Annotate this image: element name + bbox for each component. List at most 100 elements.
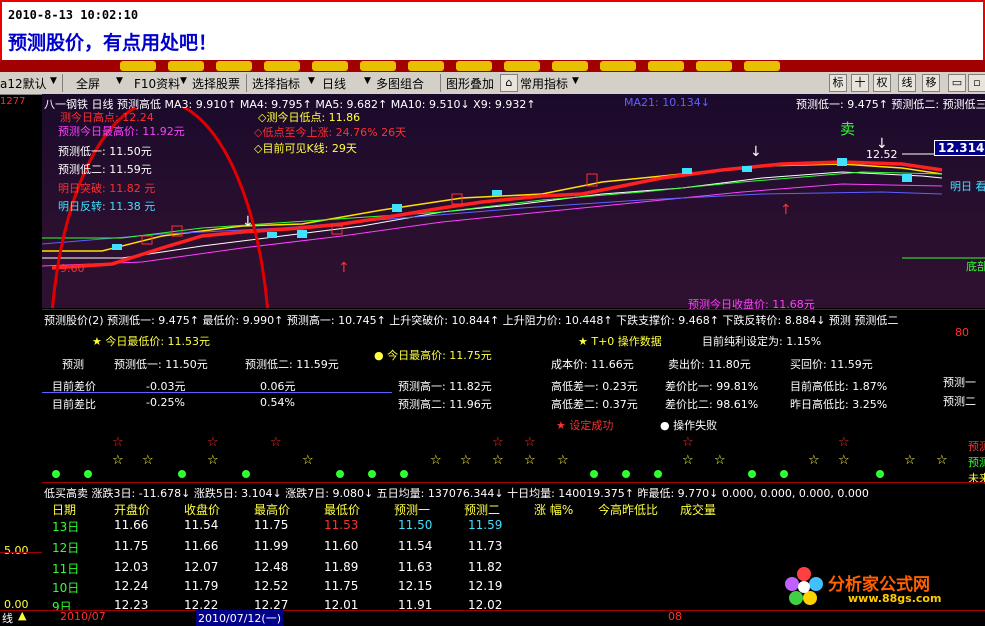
table-cell: 11.75: [254, 518, 289, 532]
menu-item[interactable]: [312, 61, 348, 71]
legend-breakout: 明日突破: 11.82 元: [58, 182, 156, 195]
dot-icon: [336, 470, 344, 478]
price-marker: 12.52: [866, 148, 898, 161]
star-icon: ☆: [682, 435, 694, 450]
table-cell: 11.73: [468, 539, 503, 553]
divider: [42, 482, 985, 483]
toolbar-daily[interactable]: 日线: [322, 75, 346, 92]
close-icon[interactable]: ▫: [968, 74, 985, 92]
watermark-url: www.88gs.com: [848, 592, 942, 605]
bottom-bar: [0, 610, 985, 623]
date-axis-label: 08: [668, 610, 682, 623]
column-header: 涨 幅%: [534, 503, 574, 517]
menu-item[interactable]: [408, 61, 444, 71]
table-cell: 11.66: [184, 539, 219, 553]
window-icon[interactable]: ▭: [948, 74, 966, 92]
column-header: 今高昨低比: [598, 503, 659, 517]
table-cell: 11日: [52, 562, 80, 576]
up-arrow-icon[interactable]: ▲: [18, 609, 26, 622]
candle: [837, 158, 847, 166]
star-icon: ☆: [682, 453, 694, 468]
current-hl-ratio: 目前高低比: 1.87%: [790, 380, 888, 393]
toolbar-overlay[interactable]: 图形叠加: [446, 75, 494, 92]
candle: [492, 190, 502, 196]
toolbar-fullscreen[interactable]: 全屏: [76, 75, 100, 92]
table-cell: 12.07: [184, 560, 219, 574]
column-header: 预测一: [394, 503, 431, 517]
star-icon: ☆: [524, 453, 536, 468]
star-icon: ☆: [557, 453, 569, 468]
table-cell: 12.19: [468, 579, 503, 593]
star-icon: ☆: [302, 453, 314, 468]
setting-success: ★ 设定成功: [556, 419, 614, 432]
candle: [742, 166, 752, 172]
menu-item[interactable]: [360, 61, 396, 71]
menu-item[interactable]: [744, 61, 780, 71]
toolbar-select-indicator[interactable]: 选择指标: [252, 75, 300, 92]
toolbar-common-indicator[interactable]: 常用指标: [520, 75, 568, 92]
predict-high-two: 预测高二: 11.96元: [398, 398, 492, 411]
dropdown-icon[interactable]: ▼: [116, 76, 123, 86]
menu-item[interactable]: [648, 61, 684, 71]
table-cell: 11.60: [324, 539, 359, 553]
star-icon: ☆: [112, 435, 124, 450]
dropdown-icon[interactable]: ▼: [50, 76, 57, 86]
table-cell: 11.63: [398, 560, 433, 574]
predict-label: 预测: [62, 358, 84, 371]
star-icon: ☆: [492, 453, 504, 468]
column-header: 预测二: [464, 503, 501, 517]
dropdown-icon[interactable]: ▼: [572, 76, 579, 86]
table-cell: 11.53: [324, 518, 359, 532]
rights-icon[interactable]: 权: [873, 74, 891, 92]
hl-diff-two: 高低差二: 0.37元: [551, 398, 638, 411]
star-icon: ☆: [270, 435, 282, 450]
table-cell: 11.66: [114, 518, 149, 532]
menu-item[interactable]: [504, 61, 540, 71]
predict-low-two: 预测低二: 11.59元: [245, 358, 339, 371]
up-arrow-icon: ↑: [780, 202, 792, 218]
menu-item[interactable]: [120, 61, 156, 71]
menu-item[interactable]: [552, 61, 588, 71]
signal-markers: ☆ ☆ ☆ ☆ ☆ ☆ ☆ ☆ ☆ ☆ ☆ ☆ ☆ ☆ ☆ ☆ ☆ ☆ ☆ ☆ …: [52, 435, 948, 478]
star-icon: ☆: [207, 435, 219, 450]
candle: [112, 244, 122, 250]
dropdown-icon[interactable]: ▼: [180, 76, 187, 86]
volume-axis-label: 5.00: [4, 544, 29, 557]
predict-right-label: 预测: [968, 440, 985, 453]
star-icon: ☆: [207, 453, 219, 468]
line-icon[interactable]: 线: [898, 74, 916, 92]
spread-ratio-one: 差价比一: 99.81%: [665, 380, 759, 393]
dot-icon: [654, 470, 662, 478]
divider: [42, 392, 392, 393]
divider: [246, 74, 247, 92]
toolbar-left-label[interactable]: a12默认: [0, 75, 47, 92]
divider: [42, 309, 985, 310]
crosshair-icon[interactable]: 十: [851, 74, 869, 92]
menu-item[interactable]: [456, 61, 492, 71]
menu-item[interactable]: [600, 61, 636, 71]
low-price-label: 9.60: [60, 262, 85, 275]
toolbar-f10[interactable]: F10资料: [134, 75, 180, 92]
menu-item[interactable]: [264, 61, 300, 71]
dropdown-icon[interactable]: ▼: [364, 76, 371, 86]
candle: [297, 230, 307, 238]
mark-icon[interactable]: 标: [829, 74, 847, 92]
bottom-label: 底部: [966, 260, 985, 273]
menu-item[interactable]: [696, 61, 732, 71]
lock-icon[interactable]: ⌂: [500, 74, 518, 92]
table-cell: 13日: [52, 520, 80, 534]
mingri-label: 明日 看: [950, 180, 985, 193]
dot-icon: [748, 470, 756, 478]
toolbar-select-stock[interactable]: 选择股票: [192, 75, 240, 92]
note-visible-k: ◇目前可见K线: 29天: [254, 142, 357, 155]
table-cell: 12.03: [114, 560, 149, 574]
star-icon: ☆: [808, 453, 820, 468]
toolbar-multi-chart[interactable]: 多图组合: [376, 75, 424, 92]
move-icon[interactable]: 移: [922, 74, 940, 92]
menu-item[interactable]: [168, 61, 204, 71]
table-cell: 10日: [52, 581, 80, 595]
dropdown-icon[interactable]: ▼: [308, 76, 315, 86]
note-rise: ◇低点至今上涨: 24.76% 26天: [254, 126, 407, 139]
menu-item[interactable]: [216, 61, 252, 71]
current-ratio-label: 目前差比: [52, 398, 96, 411]
